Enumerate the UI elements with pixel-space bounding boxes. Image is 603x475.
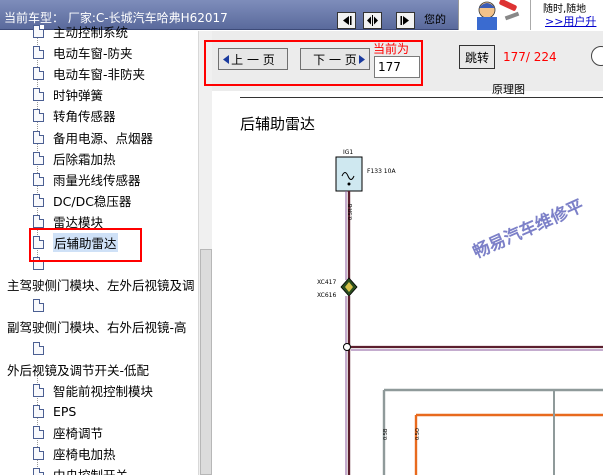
user-upgrade-link[interactable]: >>用户升 <box>545 13 596 29</box>
tree-item-label: DC/DC稳压器 <box>53 193 132 209</box>
connector-label: XC417 <box>317 279 337 286</box>
tree-item-label: 座椅电加热 <box>53 447 116 462</box>
wire-code-label: 0.5O <box>415 428 421 440</box>
tree-item-label: 转角传感器 <box>53 109 116 125</box>
tree-item-label: 主驾驶侧门模块、左外后视镜及调 <box>7 278 195 294</box>
document-icon <box>33 46 44 60</box>
wire-code-label: 0.5R-B <box>348 203 354 220</box>
fuse-box <box>335 156 363 192</box>
jump-button[interactable]: 跳转 <box>459 45 495 69</box>
wire-code-label: 0.5B <box>383 428 389 440</box>
step-back-icon <box>343 16 352 25</box>
document-icon <box>33 447 44 460</box>
document-icon <box>33 404 44 418</box>
tree-item-label: 智能前视控制模块 <box>53 383 154 399</box>
tree-item[interactable]: 备用电源、点烟器 <box>33 127 153 148</box>
wiring-diagram: 0.5R-B 0.5B 0.5O <box>335 156 603 475</box>
document-icon <box>33 299 44 313</box>
document-icon <box>33 130 44 144</box>
tree-item-label: 中央控制开关 <box>53 465 128 475</box>
document-icon <box>33 25 44 38</box>
diagram-header: 原理图 <box>492 83 525 96</box>
tree-item[interactable]: 外后视镜及调节开关-低配 <box>7 359 149 380</box>
tree-item[interactable]: 后除霜加热 <box>33 148 116 169</box>
nav-fit-button[interactable] <box>363 12 382 29</box>
document-icon <box>33 193 44 207</box>
tree-item[interactable]: 座椅电加热 <box>33 443 116 464</box>
tree-item[interactable]: 电动车窗-防夹 <box>33 42 133 63</box>
fuse-id-label: IG1 <box>343 149 354 156</box>
tree-item-label: 座椅调节 <box>53 425 104 441</box>
document-icon <box>33 172 44 186</box>
marquee-text: 您的 <box>424 13 446 26</box>
tree-item[interactable]: 主驾驶侧门模块、左外后视镜及调 <box>7 274 195 295</box>
tree-item[interactable]: EPS <box>33 401 76 422</box>
tree-scrollbar[interactable] <box>198 31 212 475</box>
document-icon <box>33 67 44 81</box>
document-icon <box>33 341 44 355</box>
tree-item[interactable]: 智能前视控制模块 <box>33 380 153 401</box>
tree-item[interactable]: 时钟弹簧 <box>33 84 103 105</box>
tree-item[interactable]: 主动控制系统 <box>33 21 128 42</box>
mechanic-mascot-icon <box>477 0 520 30</box>
tree-item-label: 后除霜加热 <box>53 151 116 167</box>
tree-item-label: 主动控制系统 <box>53 25 129 40</box>
fit-width-icon <box>367 15 378 26</box>
fuse-terminal-dot <box>347 182 351 186</box>
tree-item[interactable] <box>33 295 53 316</box>
mascot-image <box>458 0 530 30</box>
tree-item[interactable] <box>33 338 53 359</box>
scrollbar-thumb[interactable] <box>200 249 212 475</box>
document-icon <box>33 151 44 165</box>
tree-item[interactable]: DC/DC稳压器 <box>33 190 131 211</box>
tree-item-label: 电动车窗-非防夹 <box>53 67 146 83</box>
tree-item[interactable]: 转角传感器 <box>33 105 116 126</box>
connector-label: XC616 <box>317 292 337 299</box>
page-counter: 177/ 224 <box>503 50 557 64</box>
tree-item-label: 时钟弹簧 <box>53 88 104 104</box>
user-upgrade-ad[interactable]: 随时,随地 >>用户升 <box>530 0 603 30</box>
page-title: 后辅助雷达 <box>240 115 316 133</box>
document-icon <box>33 425 44 439</box>
tree-item[interactable]: 座椅调节 <box>33 422 103 443</box>
tree-item-label: 备用电源、点烟器 <box>53 130 154 146</box>
tree-item[interactable]: 雨量光线传感器 <box>33 169 141 190</box>
document-icon <box>33 214 44 228</box>
document-icon <box>33 109 44 123</box>
tree-item[interactable]: 中央控制开关 <box>33 464 128 475</box>
nav-last-button[interactable] <box>396 12 415 29</box>
current-page-label: 当前为 <box>373 42 410 56</box>
document-icon <box>33 88 44 102</box>
step-forward-icon <box>400 16 409 25</box>
tree-item-label: 外后视镜及调节开关-低配 <box>7 362 150 378</box>
tree-item-label: 雨量光线传感器 <box>53 172 141 188</box>
tree-item-label: EPS <box>53 403 77 419</box>
selection-highlight-box <box>29 228 142 262</box>
junction-node <box>343 343 351 351</box>
header-divider <box>240 97 603 98</box>
tree-item[interactable]: 副驾驶侧门模块、右外后视镜-高 <box>7 316 187 337</box>
fuse-spec-label: F133 10A <box>367 168 396 175</box>
nav-first-button[interactable] <box>337 12 356 29</box>
tree-item[interactable]: 电动车窗-非防夹 <box>33 63 145 84</box>
tree-item-label: 副驾驶侧门模块、右外后视镜-高 <box>7 320 187 336</box>
document-icon <box>33 468 44 475</box>
tree-item-label: 电动车窗-防夹 <box>53 46 133 62</box>
document-icon <box>33 383 44 397</box>
page-number-input[interactable] <box>374 56 420 78</box>
